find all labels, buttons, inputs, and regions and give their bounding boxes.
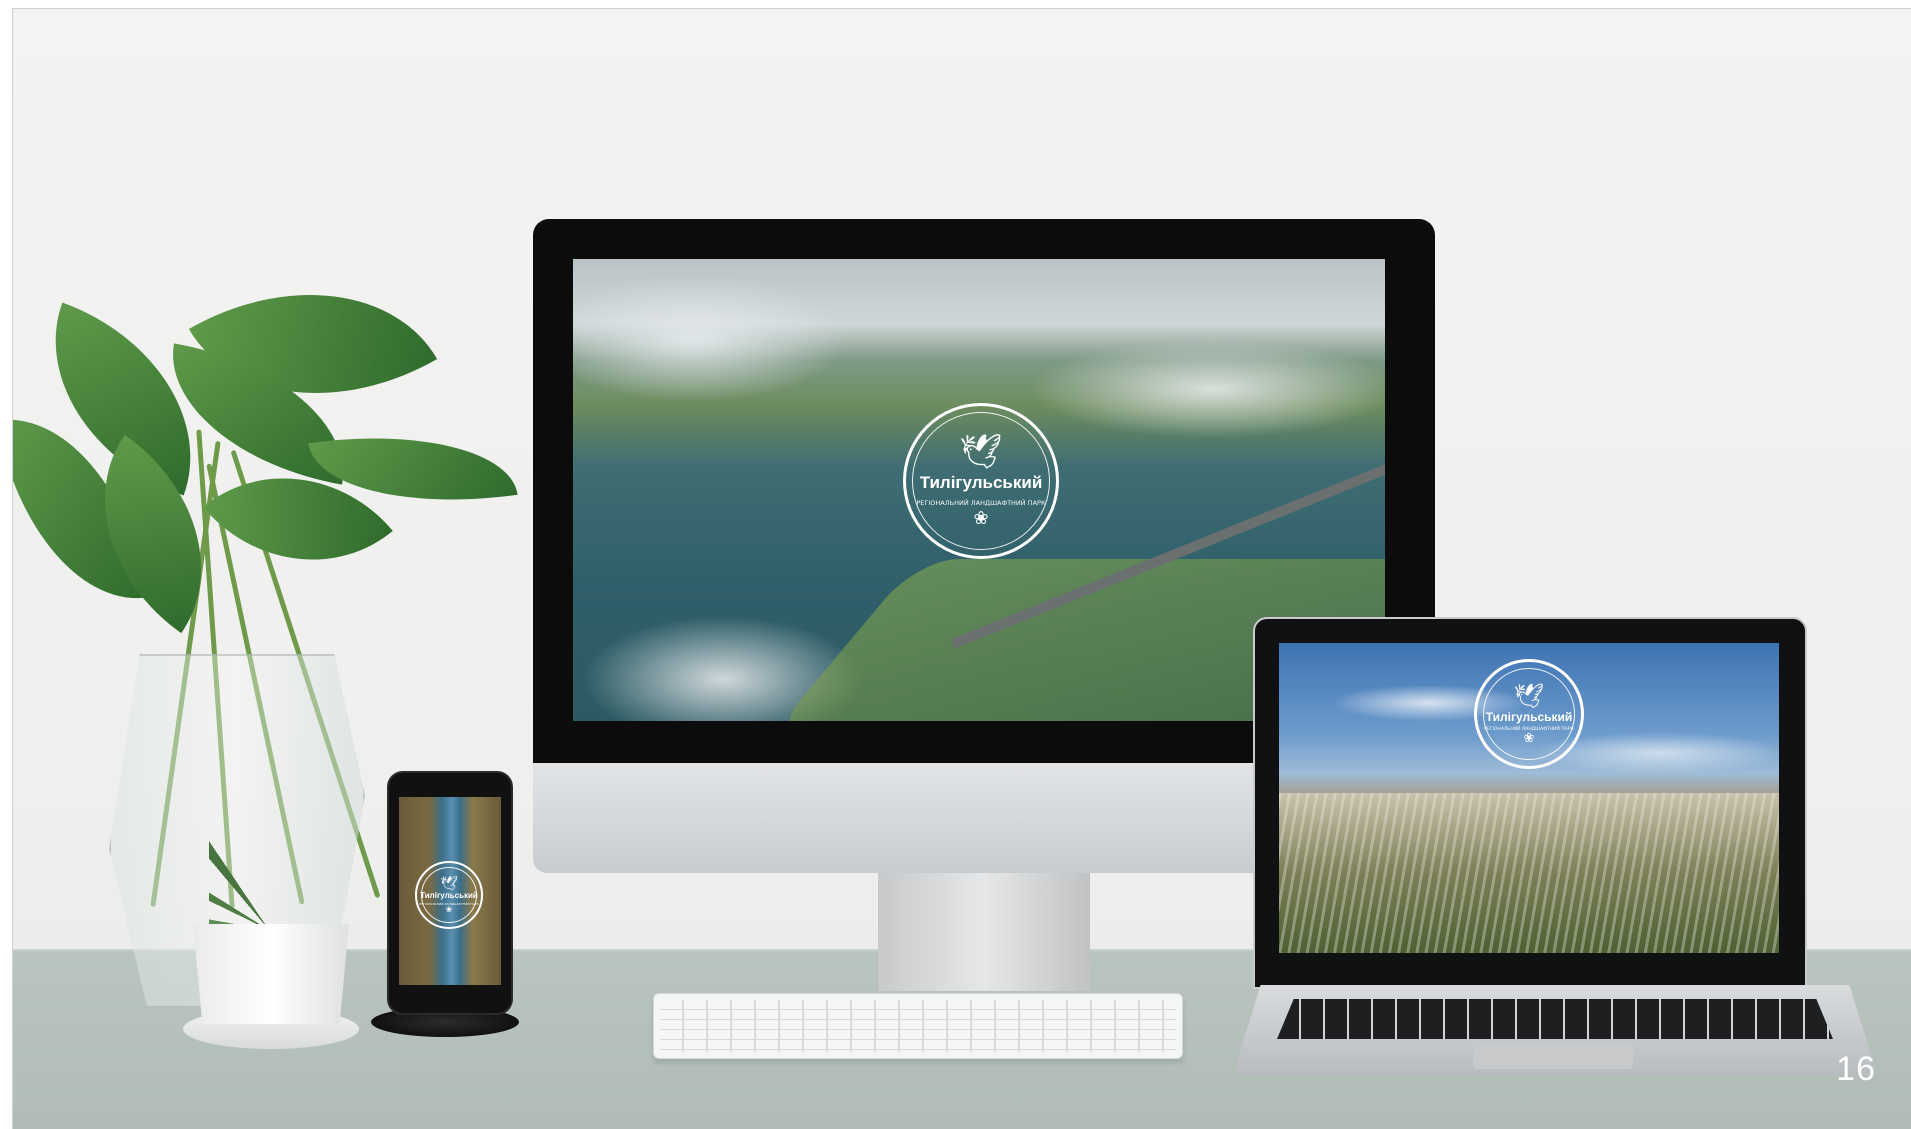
- badge-inner-ring: [1483, 668, 1575, 760]
- badge-inner-ring: [912, 412, 1050, 550]
- laptop-lid: 🕊 Тилігульський РЕГІОНАЛЬНИЙ ЛАНДШАФТНИЙ…: [1253, 617, 1807, 989]
- workspace-scene: 🕊 Тилігульський РЕГІОНАЛЬНИЙ ЛАНДШАФТНИЙ…: [12, 8, 1911, 1129]
- badge-inner-ring: [421, 867, 477, 923]
- phone-screen-photo: 🕊 Тилігульський РЕГІОНАЛЬНИЙ ЛАНДШАФТНИЙ…: [399, 797, 501, 985]
- feather-grass: [1279, 793, 1779, 953]
- laptop-keyboard: [1277, 999, 1833, 1039]
- keyboard-keys: [660, 1000, 1176, 1052]
- laptop-screen-photo: 🕊 Тилігульський РЕГІОНАЛЬНИЙ ЛАНДШАФТНИЙ…: [1279, 643, 1779, 953]
- logo-subtitle: РЕГІОНАЛЬНИЙ ЛАНДШАФТНИЙ ПАРК: [1484, 726, 1574, 732]
- park-logo-badge: 🕊 Тилігульський РЕГІОНАЛЬНИЙ ЛАНДШАФТНИЙ…: [903, 403, 1059, 559]
- keyboard: [653, 993, 1183, 1059]
- monitor-stand: [878, 873, 1090, 991]
- page-number: 16: [1836, 1050, 1876, 1088]
- park-logo-badge: 🕊 Тилігульський РЕГІОНАЛЬНИЙ ЛАНДШАФТНИЙ…: [415, 861, 483, 929]
- succulent-plant: [209, 835, 329, 935]
- smartphone: 🕊 Тилігульський РЕГІОНАЛЬНИЙ ЛАНДШАФТНИЙ…: [387, 771, 513, 1015]
- logo-subtitle: РЕГІОНАЛЬНИЙ ЛАНДШАФТНИЙ ПАРК: [419, 901, 479, 906]
- park-logo-badge: 🕊 Тилігульський РЕГІОНАЛЬНИЙ ЛАНДШАФТНИЙ…: [1474, 659, 1584, 769]
- laptop: 🕊 Тилігульський РЕГІОНАЛЬНИЙ ЛАНДШАФТНИЙ…: [1235, 617, 1875, 1087]
- laptop-trackpad: [1473, 1045, 1633, 1069]
- logo-subtitle: РЕГІОНАЛЬНИЙ ЛАНДШАФТНИЙ ПАРК: [916, 498, 1046, 507]
- white-pot: [193, 924, 349, 1024]
